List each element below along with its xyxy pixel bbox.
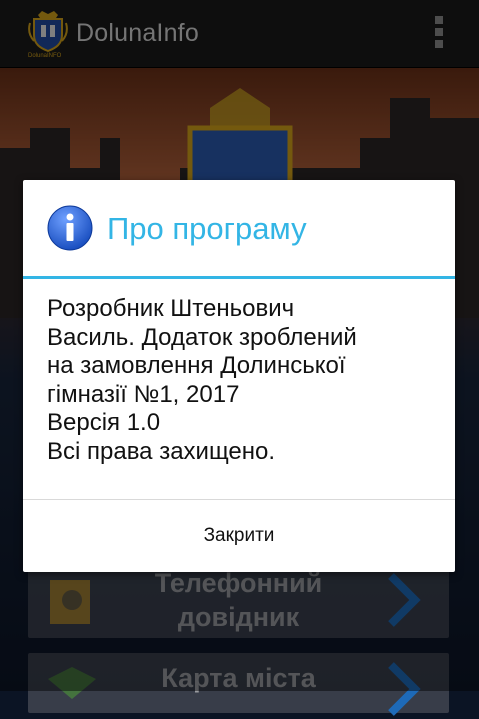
message-line: Василь. Додаток зроблений [47, 323, 357, 351]
info-icon [47, 205, 93, 251]
message-line: гімназії №1, 2017 [47, 380, 240, 408]
dialog-message: Розробник Штеньович Василь. Додаток зроб… [47, 295, 437, 466]
message-line: Всі права захищено. [47, 437, 276, 465]
message-line: Розробник Штеньович [47, 295, 295, 322]
close-button[interactable]: Закрити [23, 500, 455, 572]
message-line: Версія 1.0 [47, 409, 161, 436]
dialog-title: Про програму [107, 211, 307, 246]
message-line: на замовлення Долинської [47, 352, 346, 379]
about-dialog: Про програму Розробник Штеньович Василь.… [23, 180, 455, 572]
dialog-header: Про програму [23, 180, 455, 279]
